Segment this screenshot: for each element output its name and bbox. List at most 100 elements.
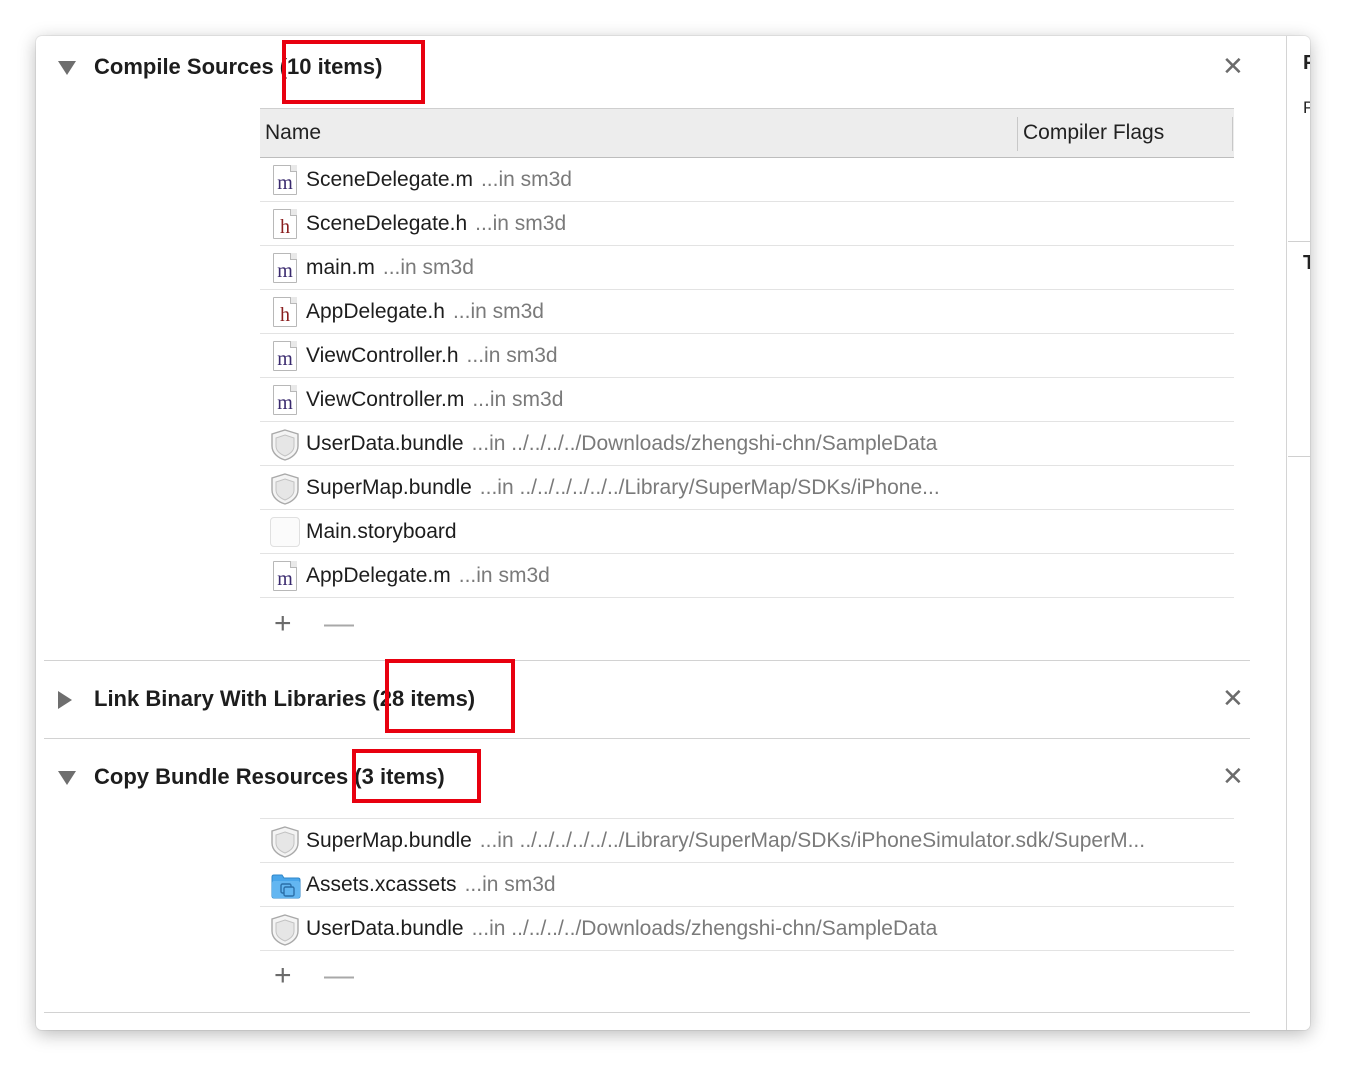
file-row[interactable]: UserData.bundle ...in ../../../../Downloa…	[260, 907, 1234, 951]
bundle-icon-shape	[275, 831, 295, 854]
objc-m-file-icon-shape: m	[277, 348, 293, 370]
file-row[interactable]: Assets.xcassets ...in sm3d	[260, 863, 1234, 907]
file-name: SuperMap.bundle	[306, 829, 472, 852]
header-h-file-icon-shape: h	[280, 304, 290, 326]
build-phases-editor: Compile Sources (10 items) ✕ Name Compile…	[36, 36, 1286, 1030]
file-name: AppDelegate.m	[306, 564, 451, 587]
file-name: Assets.xcassets	[306, 873, 457, 896]
assets-folder-icon-shape	[271, 874, 301, 899]
column-header-name[interactable]: Name	[265, 121, 321, 145]
link-binary-header[interactable]: Link Binary With Libraries (28 items) ✕	[36, 668, 1286, 732]
file-path: ...in ../../../../Downloads/zhengshi-chn…	[471, 917, 938, 940]
file-row[interactable]: m ViewController.h ...in sm3d	[260, 334, 1234, 378]
file-name: Main.storyboard	[306, 520, 457, 543]
header-h-file-icon-shape: h	[280, 216, 290, 238]
remove-phase-close-icon[interactable]: ✕	[1222, 685, 1244, 711]
file-name-cell: UserData.bundle ...in ../../../../Downloa…	[306, 432, 937, 456]
file-path: ...in sm3d	[480, 168, 572, 191]
file-name-cell: SuperMap.bundle ...in ../../../../../../L…	[306, 476, 940, 500]
remove-file-button[interactable]: —	[324, 956, 354, 996]
file-name-cell: Assets.xcassets ...in sm3d	[306, 873, 556, 897]
disclosure-triangle-expanded-icon[interactable]	[58, 771, 76, 785]
storyboard-icon	[270, 517, 300, 547]
file-name: SceneDelegate.m	[306, 168, 473, 191]
objc-m-file-icon-shape: m	[273, 561, 297, 591]
header-h-file-icon: h	[270, 209, 298, 239]
remove-phase-close-icon[interactable]: ✕	[1222, 53, 1244, 79]
compile-sources-add-remove: + —	[260, 604, 380, 644]
table-header: Name Compiler Flags	[260, 108, 1234, 158]
disclosure-triangle-collapsed-icon[interactable]	[58, 691, 72, 709]
objc-m-file-icon: m	[270, 165, 298, 195]
file-name-cell: SceneDelegate.h ...in sm3d	[306, 212, 566, 236]
file-path: ...in sm3d	[475, 212, 567, 235]
compile-sources-header[interactable]: Compile Sources (10 items) ✕	[36, 36, 1286, 100]
file-row[interactable]: h AppDelegate.h ...in sm3d	[260, 290, 1234, 334]
column-separator	[1232, 117, 1233, 151]
file-name: ViewController.m	[306, 388, 465, 411]
file-name: SceneDelegate.h	[306, 212, 468, 235]
copy-bundle-title-text: Copy Bundle Resources	[94, 764, 349, 789]
copy-bundle-header[interactable]: Copy Bundle Resources (3 items) ✕	[36, 746, 1286, 810]
header-h-file-icon-shape: h	[273, 297, 297, 327]
inspector-divider	[1288, 456, 1310, 457]
file-name-cell: SuperMap.bundle ...in ../../../../../../L…	[306, 829, 1145, 853]
objc-m-file-icon-shape: m	[277, 568, 293, 590]
assets-folder-icon	[270, 870, 301, 900]
disclosure-triangle-expanded-icon[interactable]	[58, 61, 76, 75]
compile-sources-title-text: Compile Sources	[94, 54, 274, 79]
file-path: ...in sm3d	[452, 300, 544, 323]
objc-m-file-icon-shape: m	[273, 385, 297, 415]
remove-file-button[interactable]: —	[324, 604, 354, 644]
remove-phase-close-icon[interactable]: ✕	[1222, 763, 1244, 789]
inspector-label: P	[1303, 98, 1310, 117]
file-name-cell: ViewController.h ...in sm3d	[306, 344, 558, 368]
file-name: AppDelegate.h	[306, 300, 445, 323]
section-divider	[44, 1012, 1250, 1013]
file-name: SuperMap.bundle	[306, 476, 472, 499]
add-file-button[interactable]: +	[274, 604, 292, 644]
inspector-label: P	[1303, 52, 1310, 74]
compile-sources-table: Name Compiler Flags m SceneDelegate.m ...i…	[260, 108, 1234, 598]
file-name-cell: ViewController.m ...in sm3d	[306, 388, 563, 412]
file-path: ...in sm3d	[458, 564, 550, 587]
objc-m-file-icon-shape: m	[273, 341, 297, 371]
bundle-icon-shape	[271, 914, 299, 946]
file-path: ...in ../../../../../../Library/SuperMap…	[479, 829, 1146, 852]
storyboard-icon-shape	[270, 517, 300, 547]
objc-m-file-icon: m	[270, 341, 298, 371]
section-divider	[44, 660, 1250, 661]
objc-m-file-icon: m	[270, 385, 298, 415]
file-row[interactable]: UserData.bundle ...in ../../../../Downloa…	[260, 422, 1234, 466]
file-row[interactable]: SuperMap.bundle ...in ../../../../../../L…	[260, 819, 1234, 863]
file-row[interactable]: m ViewController.m ...in sm3d	[260, 378, 1234, 422]
file-row[interactable]: SuperMap.bundle ...in ../../../../../../L…	[260, 466, 1234, 510]
file-name-cell: Main.storyboard	[306, 520, 457, 544]
column-separator	[1017, 117, 1018, 151]
bundle-icon-shape	[275, 478, 295, 501]
bundle-icon-shape	[271, 473, 299, 505]
column-header-compiler-flags[interactable]: Compiler Flags	[1023, 121, 1164, 145]
file-row[interactable]: m AppDelegate.m ...in sm3d	[260, 554, 1234, 598]
bundle-icon	[270, 914, 299, 946]
bundle-icon-shape	[271, 826, 299, 858]
file-row[interactable]: m main.m ...in sm3d	[260, 246, 1234, 290]
highlight-box	[282, 40, 425, 104]
objc-m-file-icon-shape: m	[277, 392, 293, 414]
header-h-file-icon: h	[270, 297, 298, 327]
file-path: ...in sm3d	[382, 256, 474, 279]
file-row[interactable]: h SceneDelegate.h ...in sm3d	[260, 202, 1234, 246]
highlight-box	[352, 749, 481, 803]
file-row[interactable]: m SceneDelegate.m ...in sm3d	[260, 158, 1234, 202]
copy-bundle-table: SuperMap.bundle ...in ../../../../../../L…	[260, 818, 1234, 951]
objc-m-file-icon: m	[270, 253, 298, 283]
bundle-icon-shape	[271, 429, 299, 461]
file-row[interactable]: Main.storyboard	[260, 510, 1234, 554]
file-name: ViewController.h	[306, 344, 459, 367]
link-binary-title-text: Link Binary With Libraries	[94, 686, 367, 711]
inspector-label: T	[1303, 252, 1310, 274]
file-name-cell: AppDelegate.m ...in sm3d	[306, 564, 550, 588]
inspector-pane: P P T	[1286, 36, 1310, 1030]
file-name-cell: SceneDelegate.m ...in sm3d	[306, 168, 572, 192]
add-file-button[interactable]: +	[274, 956, 292, 996]
